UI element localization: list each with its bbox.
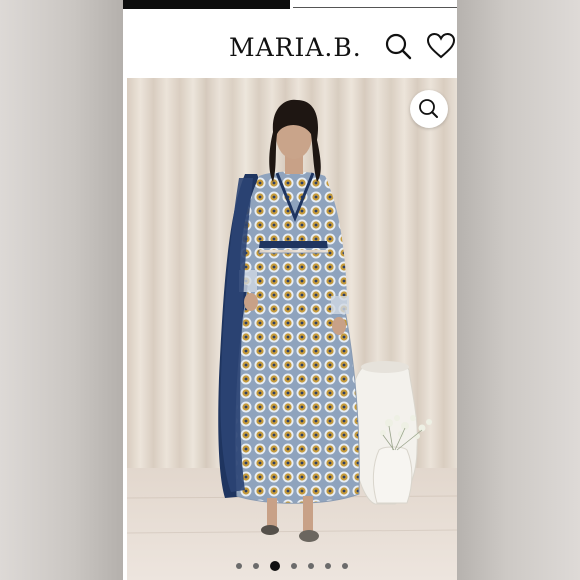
carousel-dot-3[interactable] xyxy=(270,561,280,571)
carousel-dot-2[interactable] xyxy=(253,563,259,569)
carousel-dot-4[interactable] xyxy=(291,563,297,569)
blurred-background-right xyxy=(457,0,580,580)
blurred-background-left xyxy=(0,0,123,580)
carousel-dot-5[interactable] xyxy=(308,563,314,569)
progress-bar xyxy=(123,0,457,9)
carousel-dot-6[interactable] xyxy=(325,563,331,569)
carousel-dot-1[interactable] xyxy=(236,563,242,569)
zoom-search-icon[interactable] xyxy=(410,90,448,128)
carousel-dots xyxy=(127,561,457,571)
phone-screen: MARIA.B. xyxy=(123,0,457,580)
product-photo-scene xyxy=(127,78,457,580)
progress-bar-fill xyxy=(123,0,290,9)
search-icon[interactable] xyxy=(383,31,413,61)
product-image[interactable] xyxy=(127,78,457,580)
carousel-dot-7[interactable] xyxy=(342,563,348,569)
brand-logo[interactable]: MARIA.B. xyxy=(229,33,362,62)
progress-bar-remaining xyxy=(293,7,457,8)
site-header: MARIA.B. xyxy=(123,9,457,77)
heart-icon[interactable] xyxy=(426,31,456,61)
